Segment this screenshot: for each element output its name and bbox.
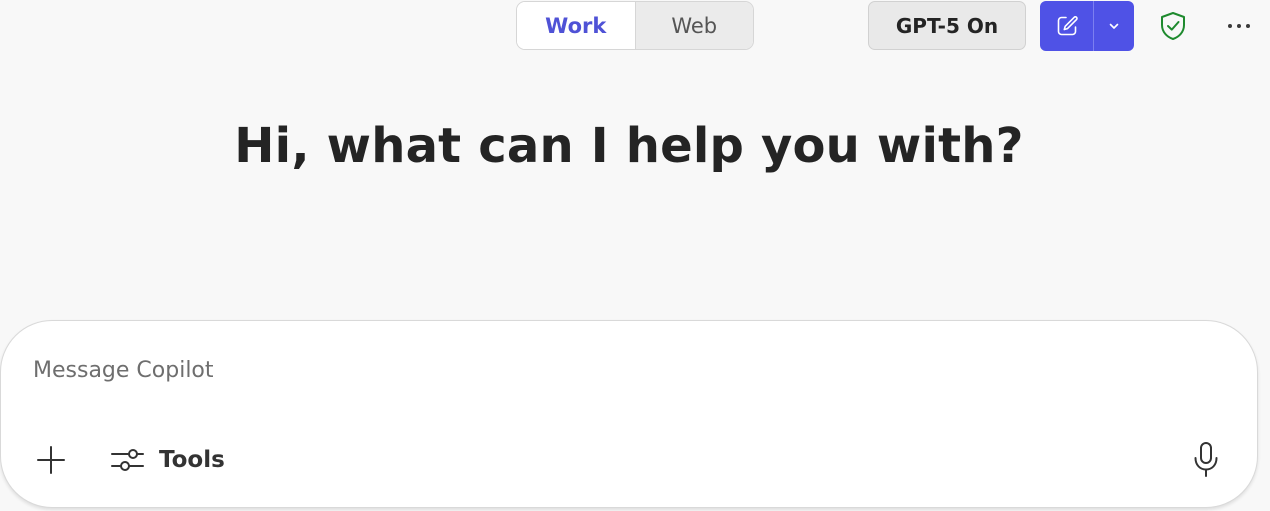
tools-button[interactable]: Tools — [109, 439, 225, 481]
chevron-down-icon — [1109, 23, 1119, 29]
new-chat-split-button — [1040, 1, 1134, 51]
data-protection-button[interactable] — [1158, 11, 1188, 41]
copilot-page: Work Web GPT-5 On Hi, what can I help yo… — [0, 0, 1270, 511]
microphone-button[interactable] — [1187, 439, 1225, 481]
mode-toggle: Work Web — [516, 1, 754, 50]
more-options-button[interactable] — [1222, 12, 1256, 40]
compose-icon — [1057, 16, 1078, 36]
more-horizontal-icon — [1228, 24, 1250, 28]
gpt5-toggle-button[interactable]: GPT-5 On — [868, 1, 1026, 50]
tab-work[interactable]: Work — [517, 2, 635, 49]
new-chat-button[interactable] — [1040, 1, 1093, 51]
plus-icon — [37, 446, 65, 474]
new-chat-dropdown-button[interactable] — [1094, 1, 1134, 51]
message-input[interactable] — [31, 349, 1135, 391]
sliders-icon — [111, 449, 144, 471]
tools-label: Tools — [159, 447, 225, 473]
greeting-heading: Hi, what can I help you with? — [234, 118, 1024, 174]
shield-check-icon — [1161, 12, 1185, 40]
add-attachment-button[interactable] — [31, 440, 71, 480]
microphone-icon — [1194, 442, 1218, 477]
tab-web[interactable]: Web — [634, 2, 753, 49]
message-composer: Tools — [0, 320, 1258, 508]
